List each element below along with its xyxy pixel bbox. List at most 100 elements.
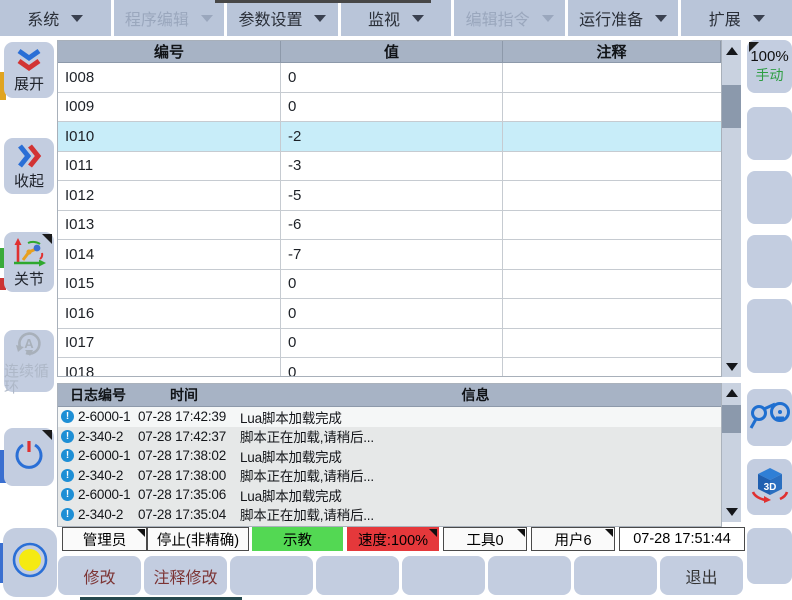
chevron-down-icon bbox=[753, 15, 765, 22]
info-icon: ! bbox=[61, 488, 74, 501]
corner-marker bbox=[749, 42, 759, 52]
io-row-I014[interactable]: I014-7 bbox=[58, 240, 721, 270]
io-row-I010[interactable]: I010-2 bbox=[58, 122, 721, 152]
fkey-blank bbox=[488, 556, 571, 595]
io-cell-value: -3 bbox=[281, 152, 503, 181]
right-blank-button[interactable] bbox=[747, 528, 792, 584]
log-row[interactable]: !2-6000-107-28 17:42:39Lua脚本加载完成 bbox=[58, 407, 721, 427]
continuous-cycle-button: A 连续循环 bbox=[4, 330, 54, 392]
window-top-edge bbox=[215, 0, 431, 3]
log-row[interactable]: !2-6000-107-28 17:38:02Lua脚本加载完成 bbox=[58, 446, 721, 466]
io-cell-number: I010 bbox=[58, 122, 281, 151]
io-row-I015[interactable]: I0150 bbox=[58, 270, 721, 300]
scroll-down-button[interactable] bbox=[722, 503, 741, 521]
io-row-I018[interactable]: I0180 bbox=[58, 358, 721, 377]
teach-pendant-screen: 系统程序编辑参数设置监视编辑指令运行准备扩展 展开 收起 bbox=[0, 0, 792, 600]
scroll-down-button[interactable] bbox=[722, 356, 741, 377]
io-cell-value: 0 bbox=[281, 358, 503, 377]
menu-item-program-edit: 程序编辑 bbox=[114, 0, 225, 36]
io-cell-value: -5 bbox=[281, 181, 503, 210]
chevron-down-icon bbox=[314, 15, 326, 22]
log-cell-message: 脚本正在加载,请稍后... bbox=[230, 504, 721, 524]
io-row-I009[interactable]: I0090 bbox=[58, 93, 721, 123]
cube-3d-icon: 3D bbox=[749, 465, 791, 510]
io-cell-comment bbox=[503, 181, 721, 210]
log-id-text: 2-6000-1 bbox=[78, 409, 130, 424]
status-speed[interactable]: 速度:100% bbox=[347, 527, 439, 551]
collapse-icon bbox=[15, 143, 43, 174]
log-id-text: 2-340-2 bbox=[78, 507, 123, 522]
power-icon bbox=[11, 437, 47, 478]
scroll-up-button[interactable] bbox=[722, 40, 741, 61]
column-header-comment: 注释 bbox=[503, 41, 721, 62]
menu-item-extend[interactable]: 扩展 bbox=[681, 0, 792, 36]
io-row-I016[interactable]: I0160 bbox=[58, 299, 721, 329]
info-icon: ! bbox=[61, 410, 74, 423]
io-cell-comment bbox=[503, 240, 721, 269]
log-cell-message: Lua脚本加载完成 bbox=[230, 407, 721, 427]
status-user-role[interactable]: 管理员 bbox=[62, 527, 147, 551]
io-cell-comment bbox=[503, 358, 721, 377]
modify-button[interactable]: 修改 bbox=[58, 556, 141, 595]
log-scrollbar[interactable] bbox=[722, 383, 741, 522]
comment-modify-button[interactable]: 注释修改 bbox=[144, 556, 227, 595]
scrollbar-thumb[interactable] bbox=[722, 405, 741, 433]
right-blank-button[interactable] bbox=[747, 299, 792, 373]
io-cell-number: I009 bbox=[58, 93, 281, 122]
corner-marker bbox=[429, 529, 437, 537]
io-cell-comment bbox=[503, 270, 721, 299]
io-cell-number: I008 bbox=[58, 63, 281, 92]
menu-item-run-prepare[interactable]: 运行准备 bbox=[568, 0, 679, 36]
log-id-text: 2-340-2 bbox=[78, 468, 123, 483]
fkey-blank bbox=[230, 556, 313, 595]
chevron-down-icon bbox=[201, 15, 213, 22]
robot-arm-icon bbox=[749, 396, 791, 439]
log-cell-id: !2-340-2 bbox=[58, 468, 138, 483]
io-row-I012[interactable]: I012-5 bbox=[58, 181, 721, 211]
io-cell-number: I013 bbox=[58, 211, 281, 240]
io-cell-number: I014 bbox=[58, 240, 281, 269]
joint-coord-button[interactable]: 关节 bbox=[4, 232, 54, 292]
status-user-frame[interactable]: 用户6 bbox=[531, 527, 615, 551]
io-row-I017[interactable]: I0170 bbox=[58, 329, 721, 359]
collapse-label: 收起 bbox=[14, 174, 44, 190]
menu-item-system[interactable]: 系统 bbox=[0, 0, 111, 36]
expand-button[interactable]: 展开 bbox=[4, 42, 54, 98]
servo-enable-button[interactable] bbox=[3, 528, 57, 597]
jog-robot-button[interactable] bbox=[747, 389, 792, 446]
log-row[interactable]: !2-340-207-28 17:42:37脚本正在加载,请稍后... bbox=[58, 427, 721, 447]
chevron-down-icon bbox=[655, 15, 667, 22]
scroll-up-button[interactable] bbox=[722, 384, 741, 402]
scrollbar-thumb[interactable] bbox=[722, 85, 741, 128]
status-tool[interactable]: 工具0 bbox=[443, 527, 527, 551]
menu-item-monitor[interactable]: 监视 bbox=[341, 0, 452, 36]
log-row[interactable]: !2-340-207-28 17:35:04脚本正在加载,请稍后... bbox=[58, 505, 721, 525]
io-table-scrollbar[interactable] bbox=[722, 40, 741, 377]
right-blank-button[interactable] bbox=[747, 107, 792, 160]
io-table-header: 编号 值 注释 bbox=[58, 41, 721, 63]
io-cell-comment bbox=[503, 152, 721, 181]
io-cell-number: I017 bbox=[58, 329, 281, 358]
menu-item-param-settings[interactable]: 参数设置 bbox=[227, 0, 338, 36]
collapse-button[interactable]: 收起 bbox=[4, 138, 54, 194]
speed-mode-button[interactable]: 100% 手动 bbox=[747, 40, 792, 93]
io-row-I013[interactable]: I013-6 bbox=[58, 211, 721, 241]
io-cell-comment bbox=[503, 93, 721, 122]
up-arrow-icon bbox=[726, 389, 738, 397]
io-row-I008[interactable]: I0080 bbox=[58, 63, 721, 93]
log-cell-id: !2-6000-1 bbox=[58, 487, 138, 502]
log-row[interactable]: !2-6000-107-28 17:35:06Lua脚本加载完成 bbox=[58, 485, 721, 505]
status-mode-teach[interactable]: 示教 bbox=[252, 527, 343, 551]
log-row[interactable]: !2-340-207-28 17:38:00脚本正在加载,请稍后... bbox=[58, 466, 721, 486]
expand-icon bbox=[14, 48, 44, 77]
right-blank-button[interactable] bbox=[747, 171, 792, 224]
right-blank-button[interactable] bbox=[747, 235, 792, 288]
log-column-message: 信息 bbox=[230, 385, 721, 405]
power-button[interactable] bbox=[4, 428, 54, 486]
io-cell-number: I015 bbox=[58, 270, 281, 299]
view-3d-button[interactable]: 3D bbox=[747, 459, 792, 515]
menu-bar: 系统程序编辑参数设置监视编辑指令运行准备扩展 bbox=[0, 0, 792, 36]
io-cell-value: -7 bbox=[281, 240, 503, 269]
io-row-I011[interactable]: I011-3 bbox=[58, 152, 721, 182]
exit-button[interactable]: 退出 bbox=[660, 556, 743, 595]
